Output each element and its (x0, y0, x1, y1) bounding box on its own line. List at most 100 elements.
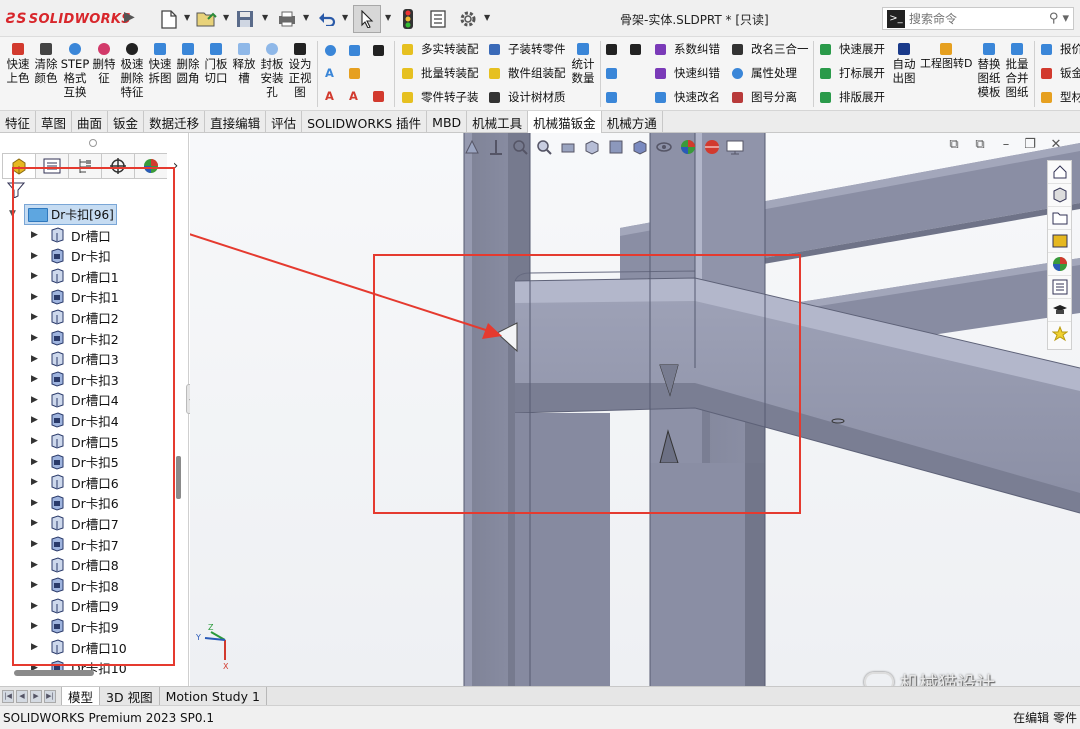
quote-button[interactable]: 报价 (1041, 37, 1080, 61)
tree-item[interactable]: ▶ Dr卡扣5 (31, 452, 119, 472)
file-properties-icon[interactable] (428, 7, 448, 31)
restore-icon[interactable]: ❐ (1022, 136, 1038, 152)
delete-feature-button[interactable]: 删特征 (90, 40, 118, 85)
cover-plate-hole-button[interactable]: 封板安装孔 (258, 40, 286, 99)
l-icon-2[interactable] (630, 37, 641, 61)
command-tab[interactable]: SOLIDWORKS 插件 (302, 111, 428, 133)
expand-arrow-icon[interactable]: ▶ (31, 621, 41, 631)
tree-item[interactable]: ▶ Dr槽口3 (31, 349, 119, 369)
favorites-star-icon[interactable] (1048, 322, 1071, 345)
door-cutout-button[interactable]: 门板切口 (202, 40, 230, 85)
zoom-to-fit-icon[interactable] (460, 136, 484, 158)
view-settings-icon[interactable] (724, 136, 748, 158)
drawing-to-dxf-pdf-button[interactable]: 工程图转DXF/PDF... (920, 40, 972, 71)
design-library-icon[interactable] (1048, 230, 1071, 253)
feature-manager-tab[interactable] (2, 153, 35, 179)
expand-arrow-icon[interactable]: ▶ (31, 374, 41, 384)
subassembly-to-part-button[interactable]: 子装转零件 (489, 37, 566, 61)
nesting-flatten-button[interactable]: 排版展开 (820, 85, 885, 109)
open-dropdown-icon[interactable]: ▼ (223, 13, 229, 22)
step-swap-button[interactable]: STEP格式互换 (60, 40, 90, 99)
menu-expand-icon[interactable]: ▶ (124, 9, 135, 25)
bottom-tab[interactable]: Motion Study 1 (158, 687, 267, 705)
last-tab-icon[interactable]: ▶| (44, 689, 56, 703)
command-tab[interactable]: 数据迁移 (144, 111, 206, 133)
replace-template-button[interactable]: 替换图纸模板 (976, 40, 1002, 99)
expand-arrow-icon[interactable]: ▶ (31, 580, 41, 590)
quick-flatten-button[interactable]: 快速展开 (820, 37, 885, 61)
open-icon[interactable] (195, 7, 219, 31)
apply-scene-icon[interactable] (700, 136, 724, 158)
print-dropdown-icon[interactable]: ▼ (303, 13, 309, 22)
expand-arrow-icon[interactable]: ▶ (31, 457, 41, 467)
new-document-icon[interactable] (158, 7, 180, 31)
count-quantity-button[interactable]: 统计数量 (570, 40, 596, 85)
command-tab[interactable]: MBD (427, 111, 468, 133)
panel-left-icon[interactable]: ⧉ (946, 136, 962, 152)
section-view-icon[interactable] (532, 136, 556, 158)
sheet-metal-button[interactable]: 钣金 (1041, 61, 1080, 85)
previous-view-icon[interactable] (508, 136, 532, 158)
search-icon[interactable]: ⚲ ▾ (1045, 11, 1073, 26)
tree-item[interactable]: ▶ Dr卡扣6 (31, 493, 119, 513)
coefficient-check-button[interactable]: 系数纠错 (655, 37, 720, 61)
batch-merge-button[interactable]: 批量合并图纸 (1004, 40, 1030, 99)
options-gear-icon[interactable] (457, 7, 479, 31)
prev-tab-icon[interactable]: ◀ (16, 689, 28, 703)
tree-item[interactable]: ▶ Dr槽口5 (31, 431, 119, 451)
bottom-tab[interactable]: 模型 (61, 687, 101, 705)
next-tab-icon[interactable]: ▶ (30, 689, 42, 703)
expand-arrow-icon[interactable]: ▶ (31, 477, 41, 487)
relief-slot-button[interactable]: 释放槽 (230, 40, 258, 85)
fast-delete-feature-button[interactable]: 极速删除特征 (118, 40, 146, 99)
first-tab-icon[interactable]: |◀ (2, 689, 14, 703)
tree-item[interactable]: ▶ Dr卡扣 (31, 246, 111, 266)
learning-cap-icon[interactable] (1048, 299, 1071, 322)
edit-appearance-icon[interactable] (676, 136, 700, 158)
panel-right-icon[interactable]: ⧉ (972, 136, 988, 152)
save-icon[interactable] (234, 7, 256, 31)
profile-button[interactable]: 型材 (1041, 85, 1080, 109)
zoom-area-icon[interactable] (484, 136, 508, 158)
graphics-area[interactable]: ⧉ ⧉ – ❐ ✕ (190, 133, 1080, 686)
tree-item[interactable]: ▶ Dr槽口2 (31, 307, 119, 327)
property-manager-tab[interactable] (35, 153, 68, 179)
collapse-arrow-icon[interactable]: ▼ (9, 209, 16, 219)
expand-arrow-icon[interactable]: ▶ (31, 415, 41, 425)
rename-three-in-one-button[interactable]: 改名三合一 (732, 37, 809, 61)
configuration-manager-tab[interactable] (68, 153, 101, 179)
command-tab[interactable]: 机械方通 (602, 111, 663, 133)
tree-horizontal-scrollbar[interactable] (14, 670, 94, 676)
tree-vertical-scrollbar[interactable] (176, 456, 181, 499)
file-explorer-icon[interactable] (1048, 207, 1071, 230)
traffic-light-icon[interactable] (400, 7, 416, 31)
hide-show-items-icon[interactable] (628, 136, 652, 158)
tree-item[interactable]: ▶ Dr槽口6 (31, 472, 119, 492)
expand-arrow-icon[interactable]: ▶ (31, 539, 41, 549)
red-box-icon[interactable] (373, 84, 384, 108)
dynamic-annotation-icon[interactable] (556, 136, 580, 158)
mark-flatten-button[interactable]: 打标展开 (820, 61, 885, 85)
expand-arrow-icon[interactable]: ▶ (31, 292, 41, 302)
command-tab[interactable]: 直接编辑 (205, 111, 267, 133)
quick-explode-drawing-button[interactable]: 快速拆图 (146, 40, 174, 85)
quick-rename-button[interactable]: 快速改名 (655, 85, 720, 109)
select-arrow-icon[interactable] (353, 5, 381, 33)
command-tab[interactable]: 钣金 (108, 111, 145, 133)
view-orientation-icon[interactable] (580, 136, 604, 158)
info-icon[interactable] (325, 38, 336, 62)
minimize-icon[interactable]: – (998, 136, 1014, 152)
tree-item[interactable]: ▶ Dr槽口1 (31, 266, 119, 286)
tree-item[interactable]: ▶ Dr槽口10 (31, 637, 127, 657)
command-tab[interactable]: 评估 (266, 111, 303, 133)
tree-item[interactable]: ▶ Dr卡扣7 (31, 534, 119, 554)
expand-arrow-icon[interactable]: ▶ (31, 498, 41, 508)
visibility-eye-icon[interactable] (652, 136, 676, 158)
command-tab[interactable]: 草图 (36, 111, 73, 133)
frame-icon-2[interactable] (606, 85, 617, 109)
dimxpert-tab[interactable] (101, 153, 134, 179)
text-a-icon-3[interactable]: A (349, 84, 358, 108)
save-dropdown-icon[interactable]: ▼ (262, 13, 268, 22)
expand-arrow-icon[interactable]: ▶ (31, 395, 41, 405)
expand-arrow-icon[interactable]: ▶ (31, 312, 41, 322)
